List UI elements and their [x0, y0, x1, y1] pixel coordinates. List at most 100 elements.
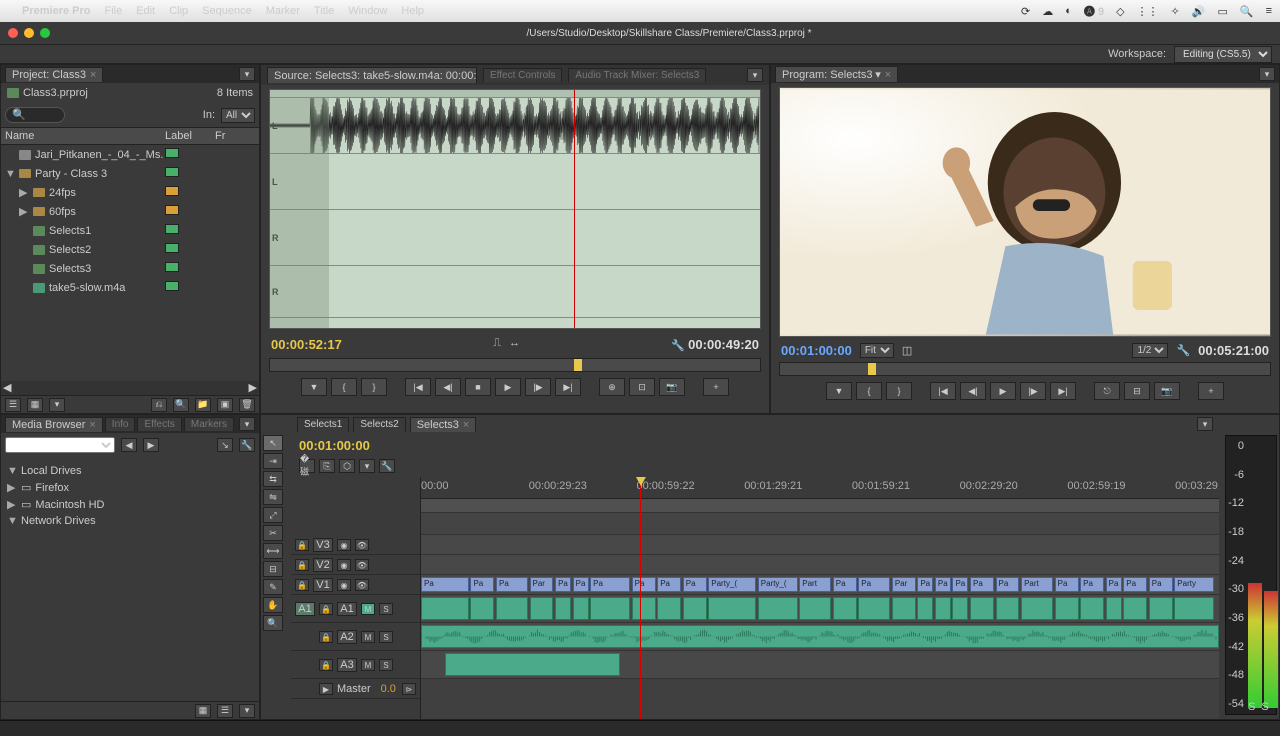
- drive-macintosh-hd[interactable]: ▶▭Macintosh HD: [7, 496, 253, 513]
- step-back-icon[interactable]: ◀|: [960, 382, 986, 400]
- track-v2[interactable]: [421, 555, 1219, 575]
- audio-clip[interactable]: [1123, 597, 1147, 620]
- project-item[interactable]: Selects2: [1, 240, 259, 259]
- wrench-icon[interactable]: 🔧: [239, 438, 255, 452]
- audio-clip[interactable]: [892, 597, 916, 620]
- panel-menu-icon[interactable]: ▾: [1259, 67, 1275, 81]
- new-item-icon[interactable]: ▣: [217, 398, 233, 412]
- timeline-timecode[interactable]: 00:01:00:00: [299, 438, 370, 453]
- step-back-icon[interactable]: ◀|: [435, 378, 461, 396]
- video-clip[interactable]: Party_(: [758, 577, 798, 592]
- track-header-v2[interactable]: 🔒V2◉👁: [291, 555, 420, 575]
- audio-clip[interactable]: [1055, 597, 1079, 620]
- hand-tool-icon[interactable]: ✋: [263, 597, 283, 613]
- track-header-a1[interactable]: A1🔒A1MS: [291, 595, 420, 623]
- zoom-tool-icon[interactable]: 🔍: [263, 615, 283, 631]
- label-swatch[interactable]: [165, 281, 179, 291]
- export-frame-icon[interactable]: 📷: [1154, 382, 1180, 400]
- ripple-tool-icon[interactable]: ⇆: [263, 471, 283, 487]
- video-clip[interactable]: Part: [799, 577, 831, 592]
- panel-menu-icon[interactable]: ▾: [747, 68, 763, 82]
- window-traffic-lights[interactable]: [0, 24, 58, 42]
- video-clip[interactable]: Pa: [970, 577, 994, 592]
- track-a2[interactable]: [421, 623, 1219, 651]
- play-icon[interactable]: ▶: [990, 382, 1016, 400]
- menu-clip[interactable]: Clip: [169, 5, 188, 17]
- track-a1[interactable]: [421, 595, 1219, 623]
- timeline-tab-selects2[interactable]: Selects2: [353, 417, 405, 432]
- video-clip[interactable]: Pa: [996, 577, 1020, 592]
- video-clip[interactable]: Pa: [573, 577, 589, 592]
- clear-icon[interactable]: 🗑: [239, 398, 255, 412]
- marker-icon[interactable]: ⎍: [493, 337, 501, 352]
- program-fit-select[interactable]: Fit: [860, 343, 894, 358]
- audio-clip[interactable]: [590, 597, 630, 620]
- mark-in-icon[interactable]: ▼: [301, 378, 327, 396]
- col-label[interactable]: Label: [165, 130, 215, 142]
- project-item[interactable]: take5-slow.m4a: [1, 278, 259, 297]
- mark-clip-icon[interactable]: }: [361, 378, 387, 396]
- markers-tab[interactable]: Markers: [184, 417, 234, 431]
- menu-file[interactable]: File: [104, 5, 122, 17]
- go-in-icon[interactable]: |◀: [930, 382, 956, 400]
- panel-menu-icon[interactable]: ▾: [239, 417, 255, 431]
- marker-add-icon[interactable]: ⬡: [339, 459, 355, 473]
- audio-clip[interactable]: [996, 597, 1020, 620]
- timeline-tracks[interactable]: 00:0000:00:29:2300:00:59:2200:01:29:2100…: [421, 477, 1219, 719]
- extract-icon[interactable]: ⊟: [1124, 382, 1150, 400]
- project-item[interactable]: Selects3: [1, 259, 259, 278]
- selection-tool-icon[interactable]: ↖: [263, 435, 283, 451]
- audio-clip[interactable]: [858, 597, 890, 620]
- audio-clip[interactable]: [445, 653, 621, 676]
- safe-margins-icon[interactable]: ◫: [902, 344, 912, 357]
- project-item[interactable]: ▼Party - Class 3: [1, 164, 259, 183]
- battery-icon[interactable]: ▭: [1217, 5, 1227, 18]
- audio-clip[interactable]: [1021, 597, 1053, 620]
- linked-selection-icon[interactable]: ⎘: [319, 459, 335, 473]
- video-clip[interactable]: Pa: [1106, 577, 1122, 592]
- pen-tool-icon[interactable]: ✎: [263, 579, 283, 595]
- notification-badge[interactable]: 🅐 9: [1084, 3, 1104, 19]
- menu-extras-icon[interactable]: ≡: [1266, 5, 1272, 17]
- video-clip[interactable]: Pa: [935, 577, 951, 592]
- source-in-timecode[interactable]: 00:00:52:17: [271, 337, 342, 352]
- video-clip[interactable]: Pa: [590, 577, 630, 592]
- project-tab[interactable]: Project: Class3×: [5, 67, 103, 82]
- label-swatch[interactable]: [165, 186, 179, 196]
- project-item[interactable]: Selects1: [1, 221, 259, 240]
- project-item[interactable]: ▶60fps: [1, 202, 259, 221]
- audio-clip[interactable]: [935, 597, 951, 620]
- audio-clip[interactable]: [1080, 597, 1104, 620]
- button-editor-icon[interactable]: +: [1198, 382, 1224, 400]
- video-clip[interactable]: Pa: [1149, 577, 1173, 592]
- solo-l[interactable]: S: [1248, 701, 1255, 713]
- video-clip[interactable]: Pa: [1123, 577, 1147, 592]
- wrench-icon[interactable]: 🔧: [671, 340, 685, 352]
- app-name[interactable]: Premiere Pro: [22, 5, 90, 17]
- audio-mixer-tab[interactable]: Audio Track Mixer: Selects3: [568, 68, 706, 82]
- audio-clip[interactable]: [573, 597, 589, 620]
- audio-clip[interactable]: [632, 597, 656, 620]
- export-frame-icon[interactable]: 📷: [659, 378, 685, 396]
- label-swatch[interactable]: [165, 205, 179, 215]
- overwrite-icon[interactable]: ⊡: [629, 378, 655, 396]
- snap-icon[interactable]: �磁: [299, 459, 315, 473]
- audio-clip[interactable]: [1174, 597, 1214, 620]
- drive-firefox[interactable]: ▶▭Firefox: [7, 479, 253, 496]
- mb-menu-icon[interactable]: ▾: [239, 704, 255, 718]
- audio-clip[interactable]: [1106, 597, 1122, 620]
- automate-icon[interactable]: ⎌: [151, 398, 167, 412]
- fwd-icon[interactable]: ▶: [143, 438, 159, 452]
- tl-settings-icon[interactable]: ▾: [359, 459, 375, 473]
- info-tab[interactable]: Info: [105, 417, 136, 431]
- mark-out-icon[interactable]: {: [856, 382, 882, 400]
- track-header-a3[interactable]: 🔒A3MS: [291, 651, 420, 679]
- effects-tab[interactable]: Effects: [137, 417, 181, 431]
- menu-title[interactable]: Title: [314, 5, 334, 17]
- video-clip[interactable]: Party_(: [708, 577, 756, 592]
- slide-tool-icon[interactable]: ⊟: [263, 561, 283, 577]
- video-clip[interactable]: Pa: [421, 577, 469, 592]
- cloud-icon[interactable]: ☁: [1042, 5, 1053, 18]
- video-clip[interactable]: Pa: [555, 577, 571, 592]
- back-icon[interactable]: ◀: [121, 438, 137, 452]
